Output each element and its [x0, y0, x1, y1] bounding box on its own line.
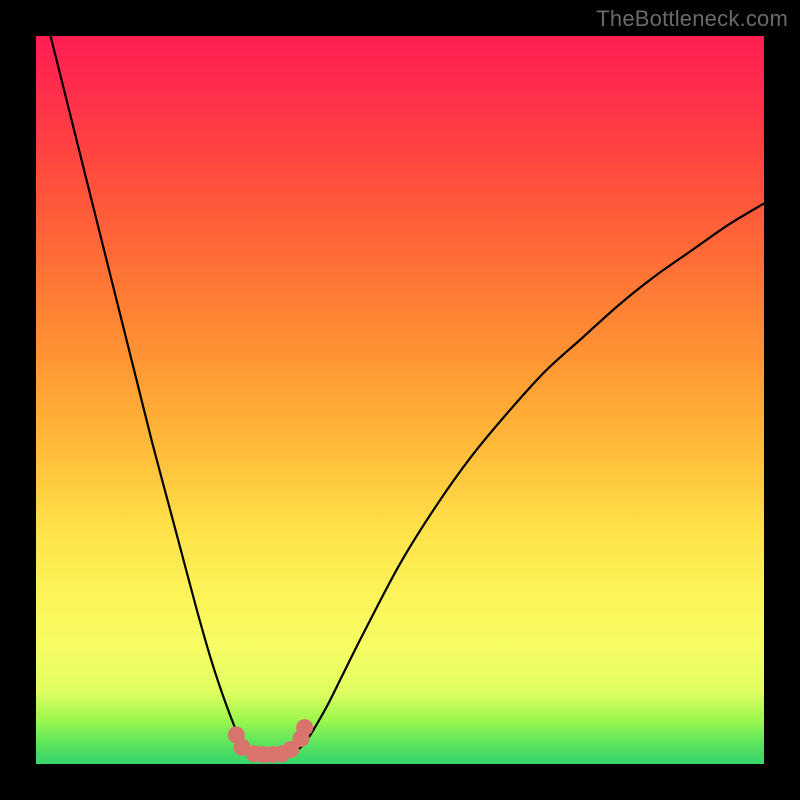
marker-right-bottom	[282, 741, 299, 758]
marker-right-pair-b	[296, 719, 313, 736]
watermark-text: TheBottleneck.com	[596, 6, 788, 32]
marker-trough-3	[264, 746, 281, 763]
marker-trough-2	[255, 746, 272, 763]
marker-trough-4	[274, 745, 291, 762]
marker-left-bottom	[234, 739, 251, 756]
marker-right-pair-a	[292, 730, 309, 747]
marker-left-pair	[228, 726, 245, 743]
curve-markers	[228, 719, 313, 763]
plot-area	[36, 36, 764, 764]
plot-svg	[36, 36, 764, 764]
marker-trough-1	[246, 745, 263, 762]
bottleneck-curve	[51, 36, 764, 755]
chart-frame: TheBottleneck.com	[0, 0, 800, 800]
